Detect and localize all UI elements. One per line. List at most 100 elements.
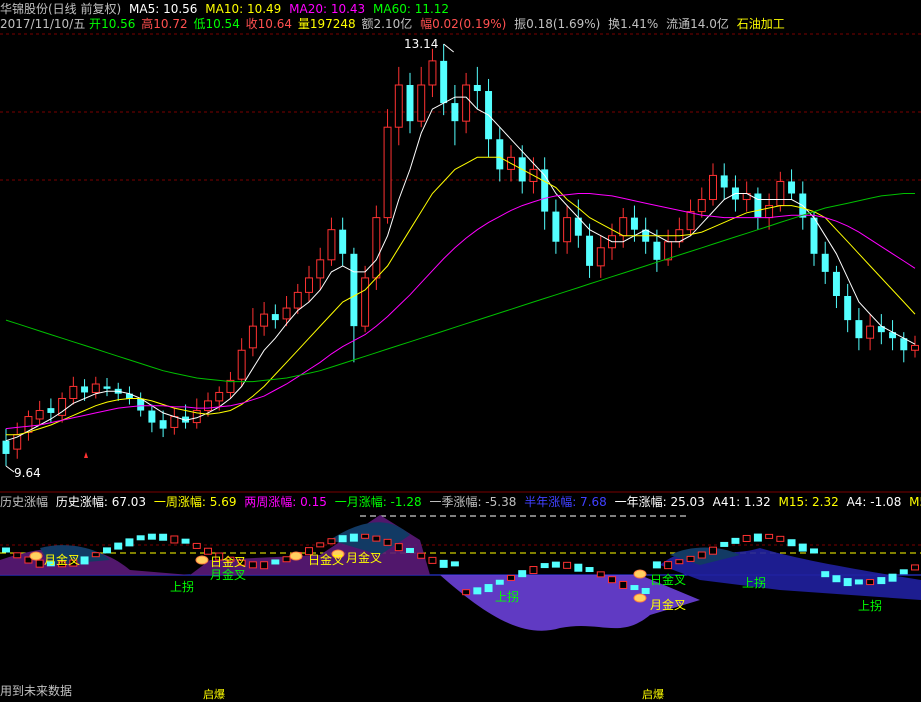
indicator-bar bbox=[765, 533, 774, 539]
change-value: 0.02(0.19%) bbox=[432, 17, 507, 31]
indicator-bar bbox=[484, 584, 493, 593]
stock-title[interactable]: 华锦股份(日线 前复权) bbox=[0, 2, 121, 16]
indicator-bar bbox=[742, 534, 751, 542]
signal-marker-icon bbox=[289, 551, 303, 561]
a4-value: A4: -1.08 bbox=[846, 495, 902, 509]
candle-body bbox=[428, 60, 437, 86]
candle-body bbox=[69, 385, 78, 399]
indicator-bar bbox=[574, 563, 583, 572]
candle-body bbox=[563, 217, 572, 243]
ma-line-ma60 bbox=[5, 193, 915, 383]
low-caption: 低 bbox=[193, 17, 206, 31]
indicator-bar bbox=[866, 579, 875, 586]
year1-gain: 一年涨幅: 25.03 bbox=[614, 495, 705, 509]
indicator-bar bbox=[159, 533, 168, 541]
month1-gain: 一月涨幅: -1.28 bbox=[334, 495, 422, 509]
indicator-bar bbox=[720, 541, 729, 547]
candle-body bbox=[47, 408, 55, 413]
indicator-bar bbox=[529, 566, 538, 575]
date-label: 2017/11/10/五 bbox=[0, 17, 86, 31]
signal-marker-icon bbox=[633, 593, 647, 603]
indicator-bar bbox=[338, 535, 347, 543]
indicator-bar bbox=[843, 578, 852, 587]
candle-body bbox=[226, 379, 235, 393]
indicator-bar bbox=[136, 535, 145, 541]
candle-body bbox=[91, 383, 100, 393]
indicator-bar bbox=[540, 563, 549, 569]
signal-label: 月金叉 bbox=[650, 598, 687, 612]
volume-label: 量197248 bbox=[298, 17, 356, 31]
indicator-bar bbox=[2, 547, 10, 553]
indicator-bar bbox=[709, 546, 717, 555]
indicator-bar bbox=[383, 538, 392, 546]
price-header: 华锦股份(日线 前复权) MA5: 10.56 MA10: 10.49 MA20… bbox=[0, 1, 453, 17]
candle-body bbox=[821, 253, 829, 272]
indicator-bar bbox=[731, 537, 740, 544]
indicator-bar bbox=[495, 579, 504, 585]
candle-body bbox=[754, 193, 762, 218]
high-pointer bbox=[443, 43, 454, 53]
quarter1-gain: 一季涨幅: -5.38 bbox=[429, 495, 517, 509]
indicator-bar bbox=[248, 561, 257, 569]
indicator-header: 历史涨幅 历史涨幅: 67.03 一周涨幅: 5.69 两周涨幅: 0.15 一… bbox=[0, 494, 921, 510]
indicator-bar bbox=[810, 548, 818, 554]
indicator-bar bbox=[13, 552, 22, 559]
indicator-bar bbox=[877, 577, 886, 585]
candle-body bbox=[394, 84, 403, 128]
candle-body bbox=[844, 295, 852, 321]
ma10-label: MA10: 10.49 bbox=[205, 2, 282, 16]
candle-body bbox=[293, 291, 302, 309]
indicator-bar bbox=[911, 564, 919, 571]
indicator-bar bbox=[596, 571, 605, 578]
indicator-bar bbox=[585, 567, 594, 573]
ma5-label: MA5: 10.56 bbox=[129, 2, 198, 16]
amount-label: 额2.10亿 bbox=[361, 17, 413, 31]
candle-body bbox=[81, 386, 89, 393]
indicator-bar bbox=[406, 547, 414, 553]
indicator-bar bbox=[854, 579, 863, 585]
indicator-bar bbox=[372, 535, 381, 542]
indicator-bar bbox=[641, 587, 650, 594]
signal-label: 上拐 bbox=[495, 590, 520, 604]
indicator-bar bbox=[282, 556, 291, 563]
volume-value: 197248 bbox=[309, 17, 356, 31]
indicator-bar bbox=[686, 555, 695, 562]
candle-body bbox=[2, 440, 10, 454]
industry-label[interactable]: 石油加工 bbox=[737, 17, 785, 31]
indicator-bar bbox=[181, 538, 190, 544]
indicator-bar bbox=[428, 556, 437, 564]
candle-body bbox=[159, 420, 167, 429]
candle-body bbox=[148, 410, 156, 423]
signal-label: 月金叉 bbox=[346, 551, 383, 565]
stock-chart[interactable] bbox=[0, 0, 921, 696]
halfyear-gain: 半年涨幅: 7.68 bbox=[524, 495, 607, 509]
future-data-note: 用到未来数据 bbox=[0, 684, 73, 698]
signal-marker-icon bbox=[29, 551, 43, 561]
indicator-bar bbox=[170, 535, 179, 544]
candle-body bbox=[619, 217, 628, 237]
candle-body bbox=[596, 247, 605, 267]
candle-body bbox=[103, 386, 111, 389]
candle-body bbox=[451, 103, 459, 122]
indicator-bar bbox=[608, 576, 616, 584]
float-cap-label: 流通14.0亿 bbox=[666, 17, 729, 31]
indicator-bar bbox=[114, 542, 123, 550]
signal-label: 上拐 bbox=[858, 599, 883, 613]
indicator-bar bbox=[260, 561, 269, 570]
indicator-bar bbox=[697, 551, 706, 559]
candle-body bbox=[586, 235, 594, 266]
volume-caption: 量 bbox=[297, 17, 310, 31]
low-value: 10.54 bbox=[205, 17, 240, 31]
candle-body bbox=[552, 211, 560, 242]
signal-label: 日金叉 bbox=[308, 553, 345, 567]
candle-body bbox=[282, 307, 291, 320]
candle-body bbox=[911, 344, 919, 351]
indicator-name[interactable]: 历史涨幅 bbox=[0, 495, 48, 509]
indicator-bar bbox=[619, 580, 628, 589]
candle-body bbox=[653, 241, 661, 260]
candle-body bbox=[237, 349, 246, 380]
indicator-bar bbox=[776, 535, 785, 542]
close-label: 收10.64 bbox=[246, 17, 292, 31]
indicator-bar bbox=[394, 543, 403, 552]
open-label: 开10.56 bbox=[89, 17, 135, 31]
